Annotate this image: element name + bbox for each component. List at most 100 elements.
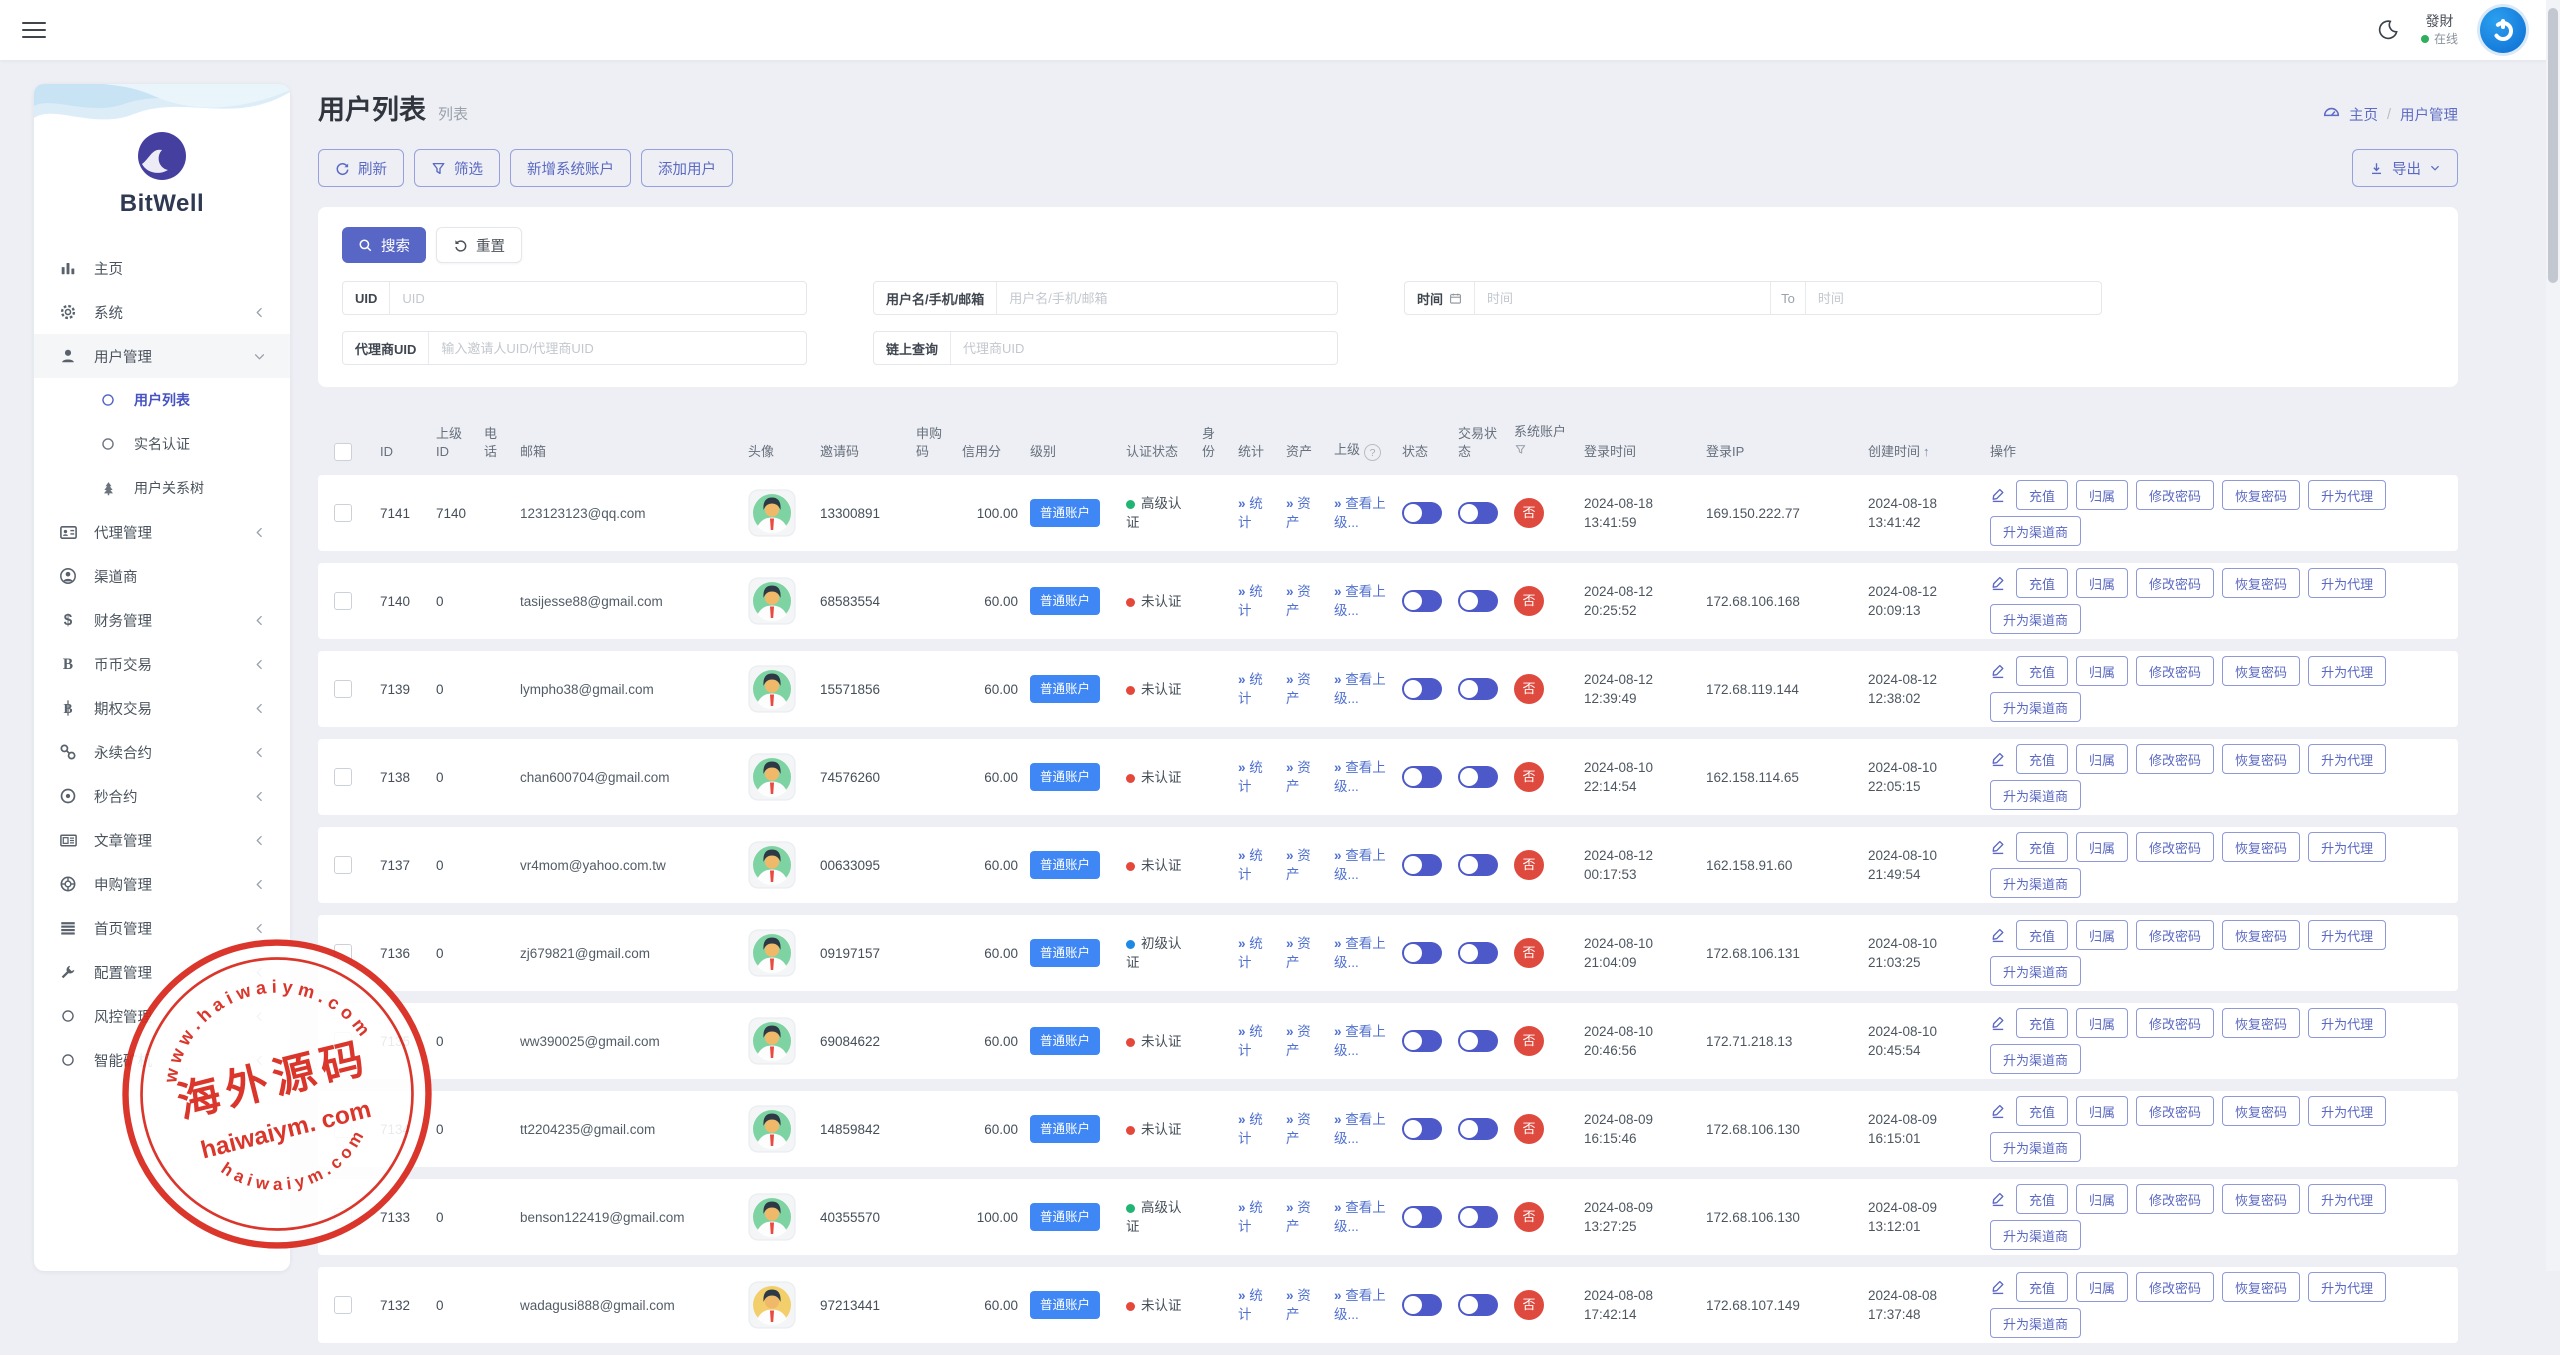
action-button-3[interactable]: 恢复密码 bbox=[2222, 1272, 2300, 1302]
sidebar-item-user-list[interactable]: 用户列表 bbox=[34, 378, 290, 422]
column-header-system-account[interactable]: 系统账户 bbox=[1514, 423, 1572, 461]
action-button-3[interactable]: 恢复密码 bbox=[2222, 1096, 2300, 1126]
sidebar-item-risk-management[interactable]: 风控管理 bbox=[34, 994, 290, 1038]
user-avatar-image[interactable] bbox=[748, 489, 796, 537]
link-stats[interactable]: » 统计 bbox=[1238, 1288, 1263, 1323]
action-button-0[interactable]: 充值 bbox=[2016, 1096, 2068, 1126]
edit-icon[interactable] bbox=[1990, 1015, 2006, 1031]
user-avatar-image[interactable] bbox=[748, 665, 796, 713]
action-button-4[interactable]: 升为代理 bbox=[2308, 1096, 2386, 1126]
action-button-5[interactable]: 升为渠道商 bbox=[1990, 1308, 2081, 1338]
link-assets[interactable]: » 资产 bbox=[1286, 848, 1311, 883]
row-checkbox[interactable] bbox=[334, 1032, 352, 1050]
trade-status-toggle[interactable] bbox=[1458, 942, 1498, 964]
link-view-parent[interactable]: » 查看上级... bbox=[1334, 1112, 1386, 1147]
level-badge[interactable]: 普通账户 bbox=[1030, 851, 1100, 879]
export-button[interactable]: 导出 bbox=[2352, 149, 2458, 187]
action-button-2[interactable]: 修改密码 bbox=[2136, 1008, 2214, 1038]
action-button-1[interactable]: 归属 bbox=[2076, 920, 2128, 950]
reset-button[interactable]: 重置 bbox=[436, 227, 522, 263]
column-header-select[interactable] bbox=[334, 443, 368, 461]
action-button-2[interactable]: 修改密码 bbox=[2136, 1272, 2214, 1302]
add-user-button[interactable]: 添加用户 bbox=[641, 149, 733, 187]
sidebar-item-agent-management[interactable]: 代理管理 bbox=[34, 510, 290, 554]
system-account-badge[interactable]: 否 bbox=[1514, 762, 1544, 792]
action-button-3[interactable]: 恢复密码 bbox=[2222, 568, 2300, 598]
add-system-account-button[interactable]: 新增系统账户 bbox=[510, 149, 631, 187]
action-button-2[interactable]: 修改密码 bbox=[2136, 568, 2214, 598]
status-toggle[interactable] bbox=[1402, 1294, 1442, 1316]
level-badge[interactable]: 普通账户 bbox=[1030, 1203, 1100, 1231]
link-assets[interactable]: » 资产 bbox=[1286, 1112, 1311, 1147]
refresh-button[interactable]: 刷新 bbox=[318, 149, 404, 187]
level-badge[interactable]: 普通账户 bbox=[1030, 675, 1100, 703]
action-button-0[interactable]: 充值 bbox=[2016, 568, 2068, 598]
edit-icon[interactable] bbox=[1990, 1279, 2006, 1295]
system-account-badge[interactable]: 否 bbox=[1514, 1114, 1544, 1144]
system-account-badge[interactable]: 否 bbox=[1514, 674, 1544, 704]
edit-icon[interactable] bbox=[1990, 927, 2006, 943]
level-badge[interactable]: 普通账户 bbox=[1030, 939, 1100, 967]
action-button-2[interactable]: 修改密码 bbox=[2136, 656, 2214, 686]
system-account-badge[interactable]: 否 bbox=[1514, 1202, 1544, 1232]
status-toggle[interactable] bbox=[1402, 766, 1442, 788]
edit-icon[interactable] bbox=[1990, 1191, 2006, 1207]
action-button-0[interactable]: 充值 bbox=[2016, 480, 2068, 510]
action-button-5[interactable]: 升为渠道商 bbox=[1990, 516, 2081, 546]
agent-uid-input[interactable] bbox=[429, 332, 806, 364]
action-button-3[interactable]: 恢复密码 bbox=[2222, 656, 2300, 686]
level-badge[interactable]: 普通账户 bbox=[1030, 1291, 1100, 1319]
action-button-1[interactable]: 归属 bbox=[2076, 480, 2128, 510]
action-button-5[interactable]: 升为渠道商 bbox=[1990, 868, 2081, 898]
row-checkbox[interactable] bbox=[334, 1296, 352, 1314]
edit-icon[interactable] bbox=[1990, 487, 2006, 503]
action-button-4[interactable]: 升为代理 bbox=[2308, 568, 2386, 598]
link-assets[interactable]: » 资产 bbox=[1286, 496, 1311, 531]
action-button-5[interactable]: 升为渠道商 bbox=[1990, 780, 2081, 810]
link-view-parent[interactable]: » 查看上级... bbox=[1334, 672, 1386, 707]
link-view-parent[interactable]: » 查看上级... bbox=[1334, 848, 1386, 883]
action-button-4[interactable]: 升为代理 bbox=[2308, 832, 2386, 862]
time-to-input[interactable] bbox=[1806, 282, 2101, 314]
help-icon[interactable]: ? bbox=[1364, 444, 1381, 461]
row-checkbox[interactable] bbox=[334, 680, 352, 698]
status-toggle[interactable] bbox=[1402, 1030, 1442, 1052]
action-button-5[interactable]: 升为渠道商 bbox=[1990, 1132, 2081, 1162]
action-button-4[interactable]: 升为代理 bbox=[2308, 656, 2386, 686]
edit-icon[interactable] bbox=[1990, 575, 2006, 591]
link-stats[interactable]: » 统计 bbox=[1238, 1200, 1263, 1235]
hamburger-menu-icon[interactable] bbox=[22, 17, 46, 43]
level-badge[interactable]: 普通账户 bbox=[1030, 1115, 1100, 1143]
action-button-0[interactable]: 充值 bbox=[2016, 1184, 2068, 1214]
action-button-0[interactable]: 充值 bbox=[2016, 1008, 2068, 1038]
link-stats[interactable]: » 统计 bbox=[1238, 496, 1263, 531]
sidebar-item-perpetual-contract[interactable]: 永续合约 bbox=[34, 730, 290, 774]
link-view-parent[interactable]: » 查看上级... bbox=[1334, 760, 1386, 795]
sidebar-item-user-relation-tree[interactable]: 用户关系树 bbox=[34, 466, 290, 510]
action-button-4[interactable]: 升为代理 bbox=[2308, 480, 2386, 510]
user-avatar-image[interactable] bbox=[748, 1281, 796, 1329]
sidebar-item-subscribe-management[interactable]: 申购管理 bbox=[34, 862, 290, 906]
link-view-parent[interactable]: » 查看上级... bbox=[1334, 496, 1386, 531]
action-button-5[interactable]: 升为渠道商 bbox=[1990, 1044, 2081, 1074]
action-button-5[interactable]: 升为渠道商 bbox=[1990, 1220, 2081, 1250]
action-button-5[interactable]: 升为渠道商 bbox=[1990, 956, 2081, 986]
action-button-0[interactable]: 充值 bbox=[2016, 832, 2068, 862]
user-avatar-image[interactable] bbox=[748, 753, 796, 801]
action-button-0[interactable]: 充值 bbox=[2016, 920, 2068, 950]
status-toggle[interactable] bbox=[1402, 854, 1442, 876]
sidebar-item-homepage-management[interactable]: 首页管理 bbox=[34, 906, 290, 950]
trade-status-toggle[interactable] bbox=[1458, 766, 1498, 788]
level-badge[interactable]: 普通账户 bbox=[1030, 763, 1100, 791]
trade-status-toggle[interactable] bbox=[1458, 1206, 1498, 1228]
link-view-parent[interactable]: » 查看上级... bbox=[1334, 1288, 1386, 1323]
action-button-0[interactable]: 充值 bbox=[2016, 744, 2068, 774]
user-avatar-image[interactable] bbox=[748, 929, 796, 977]
trade-status-toggle[interactable] bbox=[1458, 502, 1498, 524]
row-checkbox[interactable] bbox=[334, 1208, 352, 1226]
link-assets[interactable]: » 资产 bbox=[1286, 672, 1311, 707]
breadcrumb-home[interactable]: 主页 bbox=[2349, 104, 2378, 125]
action-button-2[interactable]: 修改密码 bbox=[2136, 920, 2214, 950]
status-toggle[interactable] bbox=[1402, 1118, 1442, 1140]
column-header-created-time[interactable]: 创建时间↑ bbox=[1868, 443, 1978, 461]
